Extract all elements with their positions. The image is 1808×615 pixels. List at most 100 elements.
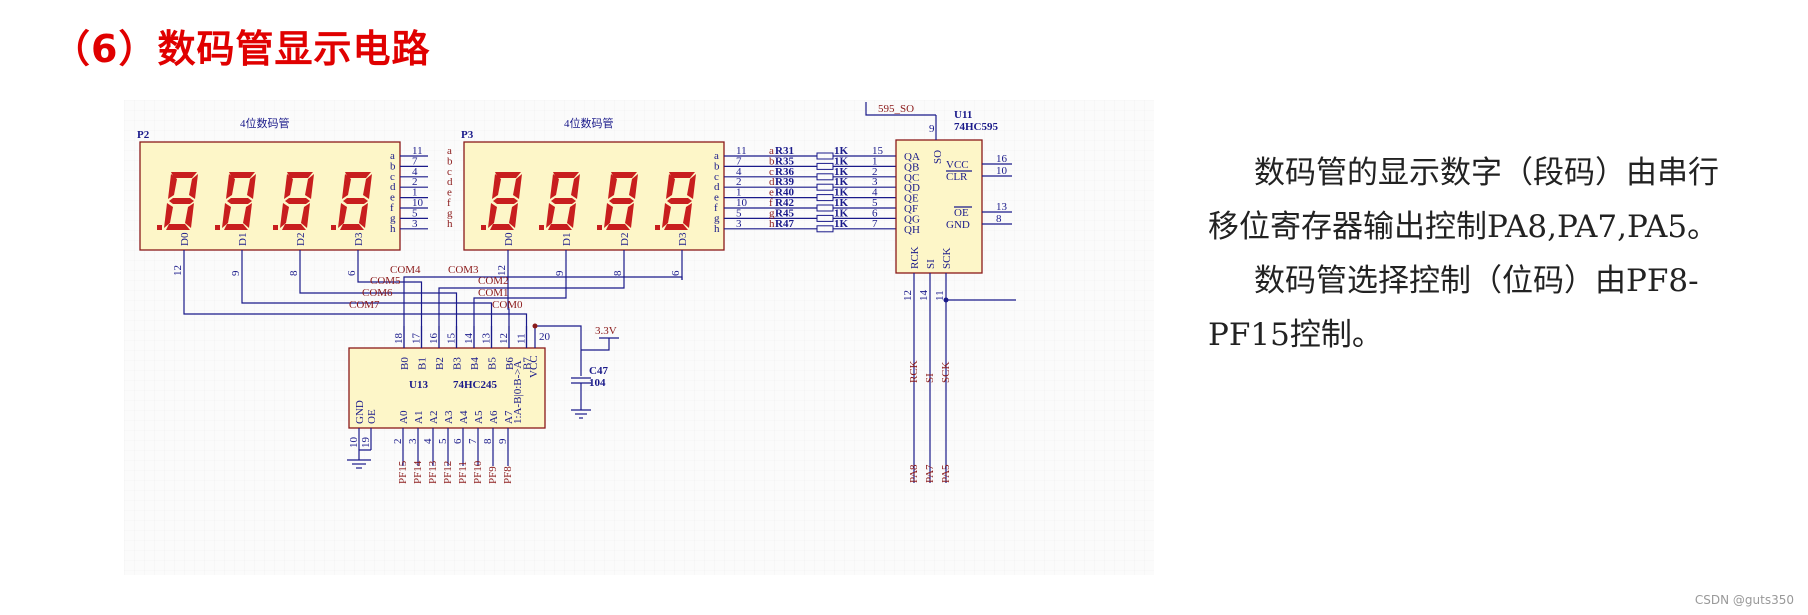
u13-a-net: PF12 (442, 461, 454, 484)
p2-digitpin-D0: D0 (179, 232, 191, 246)
u11-so-num: 9 (929, 123, 935, 135)
u13-pin-B1: B1 (417, 357, 429, 370)
u11-so-net: 595_SO (878, 103, 914, 115)
com-net-label: COM2 (478, 275, 509, 287)
p3-digitpin-D2: D2 (619, 233, 631, 246)
p3-digitnum: 6 (670, 270, 682, 276)
u11-bottom-netlabel: RCK (908, 360, 920, 383)
u11-pin-clr: CLR (946, 171, 968, 183)
p3-digit-0-seg-dp (481, 225, 486, 230)
p2-digitpin-D3: D3 (353, 232, 365, 246)
u13-b-num: 13 (481, 333, 493, 345)
u11-designator: U11 (954, 109, 972, 121)
u13-pin-A3: A3 (443, 410, 455, 424)
u13-b-num: 15 (446, 333, 458, 345)
resistor-designator: R47 (775, 218, 794, 230)
u11-pin-gnd: GND (946, 219, 970, 231)
u11-oe-num: 13 (996, 201, 1008, 213)
u11-part: 74HC595 (954, 121, 999, 133)
u13-pin-gnd: GND (354, 400, 366, 424)
p3-segnum: 3 (736, 218, 742, 230)
cap-value: 104 (589, 377, 606, 389)
watermark: CSDN @guts350 (1694, 593, 1794, 607)
com-net-label: COM1 (478, 287, 509, 299)
p2-digit-2-seg-g (285, 198, 310, 204)
p2-digitnum: 8 (288, 270, 300, 276)
p3-digitpin-D1: D1 (561, 233, 573, 246)
p2-digitnum: 9 (230, 270, 242, 276)
u11-pin-oe: OE (954, 207, 969, 219)
u13-a-net: PF8 (502, 466, 514, 484)
u11-pin-QH: QH (904, 224, 920, 236)
p3-digitnum: 8 (612, 270, 624, 276)
p2-digit-1-seg-g (227, 198, 252, 204)
p3-segpin-h: h (714, 223, 720, 235)
u11-gnd-num: 8 (996, 213, 1002, 225)
u13-pin-B4: B4 (469, 357, 481, 370)
u13-a-net: PF13 (427, 460, 439, 484)
description-line-3: 数码管选择控制（位码）由PF8- (1254, 263, 1699, 299)
u13-pin-A2: A2 (428, 411, 440, 424)
u13-pin-A0: A0 (398, 410, 410, 424)
p3-label: 4位数码管 (564, 116, 614, 130)
com-net-label: COM0 (492, 299, 523, 311)
u11-pin-so: SO (932, 150, 944, 164)
u11-vcc-num: 16 (996, 153, 1008, 165)
resistor-value: 1K (834, 218, 849, 230)
description-line-4: PF15控制。 (1208, 317, 1383, 353)
u13-b-num: 11 (516, 333, 528, 344)
p2-digit-0-seg-g (169, 198, 194, 204)
u13-b-num: 12 (498, 333, 510, 344)
u13-a-num: 4 (422, 438, 434, 444)
u13-a-num: 9 (497, 438, 509, 444)
u13-a-num: 6 (452, 438, 464, 444)
p3-digit-3-seg-dp (655, 225, 660, 230)
p2-designator: P2 (137, 129, 150, 141)
u11-bottom-num: 14 (918, 290, 930, 302)
u11-clr-num: 10 (996, 165, 1008, 177)
u13-a-num: 7 (467, 438, 479, 444)
u13-b-num: 17 (411, 333, 423, 345)
p2-digitnum: 12 (172, 265, 184, 276)
p2-digit-2-seg-dp (273, 225, 278, 230)
u13-a-num: 8 (482, 438, 494, 444)
description-line-1: 数码管的显示数字（段码）由串行 (1254, 155, 1719, 191)
p2-digitpin-D1: D1 (237, 233, 249, 246)
p2-label: 4位数码管 (240, 116, 290, 130)
u13-vcc-num: 20 (539, 331, 551, 343)
p3-digit-2-seg-dp (597, 225, 602, 230)
com-net-label: COM5 (370, 275, 401, 287)
p2-digitnum: 6 (346, 270, 358, 276)
u13-b-num: 16 (428, 333, 440, 345)
u13-b-num: 18 (393, 333, 405, 345)
description: 数码管的显示数字（段码）由串行 移位寄存器输出控制PA8,PA7,PA5。 数码… (1208, 146, 1728, 362)
u13-oe-num: 19 (360, 437, 372, 449)
u11-bottom-net: PA8 (908, 464, 920, 483)
u13-part: 74HC245 (453, 379, 498, 391)
p2-segpin-h: h (390, 223, 396, 235)
u13-a-num: 5 (437, 438, 449, 444)
u13-pin-vcc: VCC (528, 355, 540, 378)
u13-a-net: PF9 (487, 466, 499, 484)
u13-pin-B3: B3 (452, 357, 464, 370)
u13-pin-B5: B5 (487, 357, 499, 370)
u13-a-num: 2 (392, 439, 404, 445)
com-net-label: COM6 (362, 287, 393, 299)
u13-pin-A6: A6 (488, 410, 500, 424)
u11-pin-RCK: RCK (909, 246, 921, 269)
u11-bottom-netlabel: SI (924, 373, 936, 383)
schematic-diagram: P24位数码管a 11b 7c 4d 2e 1f 10g 5h 3D012D19D28D36P3… (124, 100, 1154, 575)
com-net-label: COM3 (448, 264, 479, 276)
u13-a-num: 3 (407, 438, 419, 444)
u11-bottom-netlabel: SCK (940, 362, 952, 383)
u13-pin-B0: B0 (399, 357, 411, 370)
p2-digit-1-seg-dp (215, 225, 220, 230)
u13-pin-oe: OE (366, 409, 378, 424)
u13-designator: U13 (409, 379, 428, 391)
description-line-2: 移位寄存器输出控制PA8,PA7,PA5。 (1208, 209, 1719, 245)
p3-digit-1-seg-g (551, 198, 576, 204)
u11-pin-vcc: VCC (946, 159, 969, 171)
p3-digit-3-seg-g (667, 198, 692, 204)
u11-outnum: 7 (872, 218, 878, 230)
p3-digitpin-D3: D3 (677, 232, 689, 246)
